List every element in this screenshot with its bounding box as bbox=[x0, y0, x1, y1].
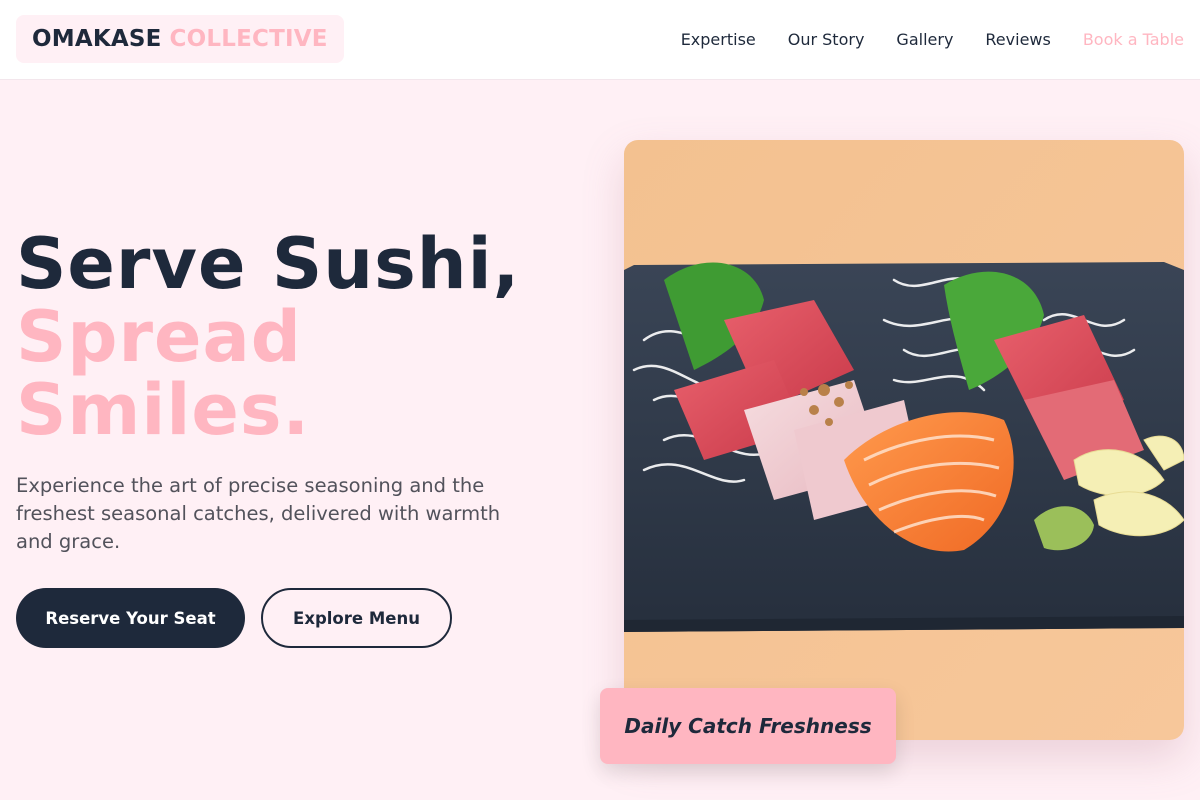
hero-title-line-1: Serve Sushi, bbox=[16, 223, 521, 305]
hero-subtitle: Experience the art of precise seasoning … bbox=[16, 474, 501, 553]
main-nav: Expertise Our Story Gallery Reviews Book… bbox=[681, 0, 1184, 78]
brand-name-accent: COLLECTIVE bbox=[169, 26, 328, 52]
hero-title-line-3: Smiles. bbox=[16, 369, 311, 451]
hero-sashimi-image bbox=[624, 140, 1184, 740]
hero-title-line-2: Spread bbox=[16, 296, 302, 378]
brand-logo[interactable]: OMAKASE COLLECTIVE bbox=[16, 15, 344, 63]
site-header: OMAKASE COLLECTIVE Expertise Our Story G… bbox=[0, 0, 1200, 80]
reserve-seat-button[interactable]: Reserve Your Seat bbox=[16, 588, 245, 648]
nav-link-gallery[interactable]: Gallery bbox=[896, 30, 953, 49]
explore-menu-button[interactable]: Explore Menu bbox=[261, 588, 452, 648]
nav-link-our-story[interactable]: Our Story bbox=[788, 30, 865, 49]
nav-book-table-link[interactable]: Book a Table bbox=[1083, 30, 1184, 49]
hero-headline: Serve Sushi, Spread Smiles. bbox=[16, 228, 520, 447]
sashimi-illustration bbox=[624, 140, 1184, 740]
nav-link-expertise[interactable]: Expertise bbox=[681, 30, 756, 49]
nav-link-reviews[interactable]: Reviews bbox=[985, 30, 1050, 49]
daily-catch-badge: Daily Catch Freshness bbox=[600, 688, 896, 764]
brand-name-primary: OMAKASE bbox=[32, 26, 162, 52]
